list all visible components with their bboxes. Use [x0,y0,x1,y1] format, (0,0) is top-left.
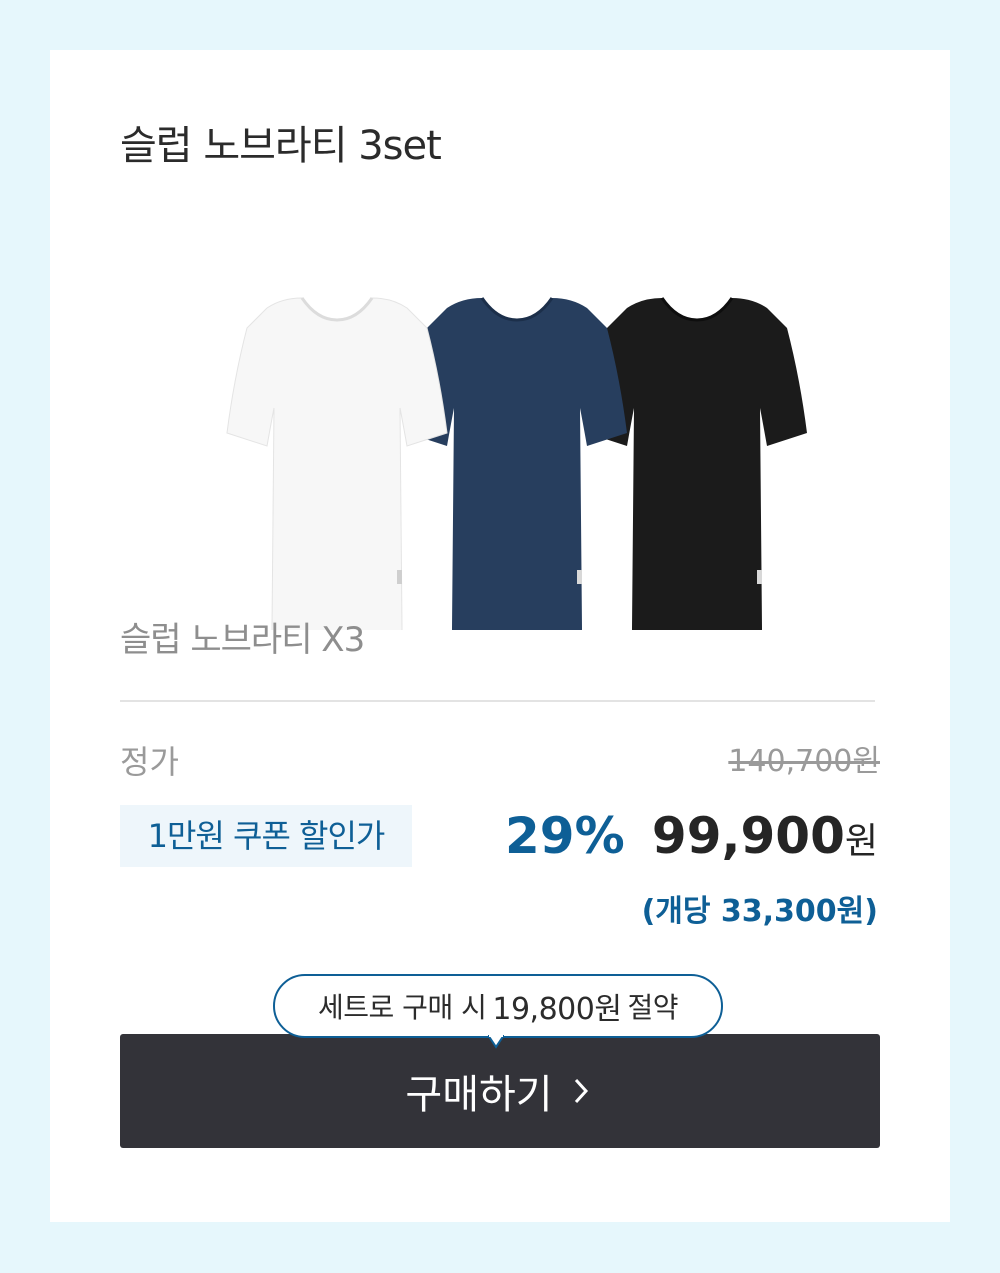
discount-rate: 29% [505,807,625,865]
coupon-badge: 1만원 쿠폰 할인가 [120,805,412,867]
sale-price: 99,900 [651,807,845,865]
buy-button-label: 구매하기 [405,1072,553,1118]
product-card: 슬럽 노브라티 3set 슬럽 노브라티 X3 정가 140,700원 1만원 … [50,50,950,1222]
list-price: 140,700원 [728,744,880,779]
per-unit-price: (개당 33,300원) [641,894,878,929]
savings-amount: 19,800원 [492,992,622,1027]
sale-price-group: 99,900원 [652,805,878,879]
product-image [226,297,807,630]
product-subtitle: 슬럽 노브라티 X3 [120,620,365,660]
chevron-right-icon [574,1078,588,1104]
white-tshirt [226,297,448,630]
list-price-label: 정가 [120,743,179,781]
tooltip-tail [488,1035,504,1049]
divider [120,700,875,702]
savings-tooltip: 세트로 구매 시 19,800원 절약 [273,974,723,1038]
black-tshirt [587,297,807,630]
buy-button[interactable]: 구매하기 [120,1034,880,1148]
product-title: 슬럽 노브라티 3set [120,123,442,169]
navy-tshirt [407,297,627,630]
savings-prefix: 세트로 구매 시 [318,991,487,1024]
savings-suffix: 절약 [627,991,678,1024]
sale-price-unit: 원 [844,821,878,862]
